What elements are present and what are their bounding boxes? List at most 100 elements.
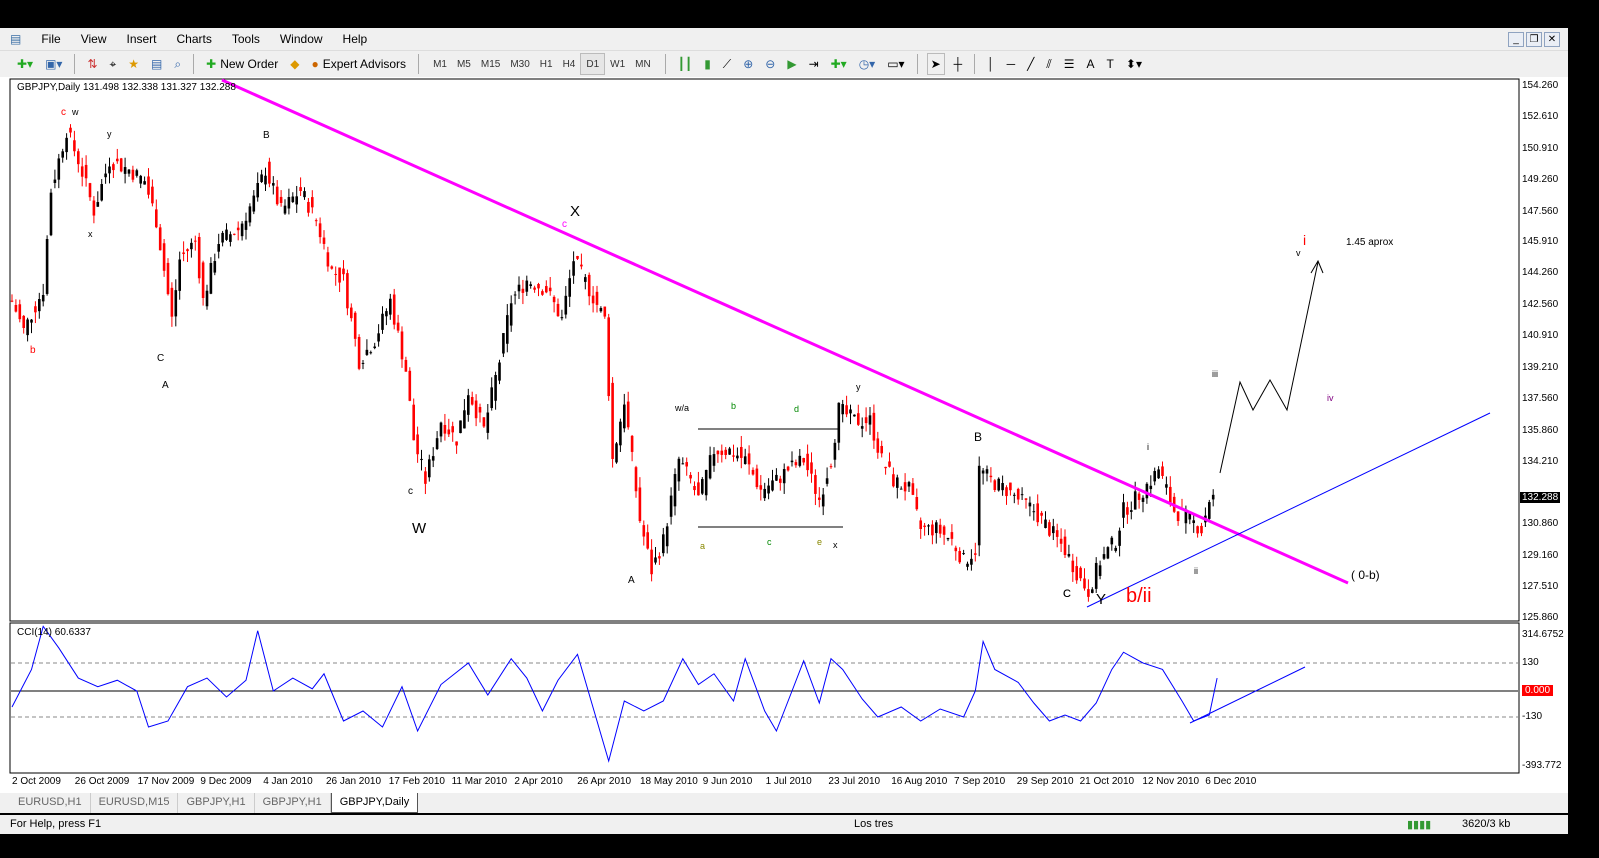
wave-label[interactable]: y [107,129,112,139]
wave-label[interactable]: w/a [675,403,689,413]
minimize-button[interactable]: _ [1508,32,1524,47]
wave-label[interactable]: b [30,345,36,356]
chart-window[interactable]: GBPJPY,Daily 131.498 132.338 131.327 132… [0,77,1568,793]
candle-body [1106,547,1110,559]
line-chart-icon[interactable]: ⟋ [720,53,734,75]
menu-view[interactable]: View [71,32,117,46]
close-button[interactable]: ✕ [1544,32,1560,47]
new-chart-icon[interactable]: ✚▾ [14,53,36,75]
timeframe-h4[interactable]: H4 [558,53,581,75]
candle-body [373,346,376,349]
wave-label[interactable]: x [88,229,93,239]
wave-label[interactable]: d [794,404,799,414]
templates-icon[interactable]: ▭▾ [884,53,907,75]
wave-label[interactable]: Y [1096,591,1106,608]
chart-tab[interactable]: GBPJPY,H1 [255,793,331,813]
timeframe-mn[interactable]: MN [630,53,656,75]
date-tick: 2 Oct 2009 [12,776,61,787]
cursor-icon[interactable]: ➤ [926,53,945,75]
expert-advisors-button[interactable]: ● Expert Advisors [308,53,409,75]
zoom-in-icon[interactable]: ⊕ [740,53,756,75]
wave-label[interactable]: iv [1327,393,1334,403]
indicators-icon[interactable]: ✚▾ [828,53,850,75]
trendline-icon[interactable]: ╱ [1024,53,1037,75]
wave-label[interactable]: c [408,486,413,497]
candle-body [821,494,825,507]
wave-label[interactable]: e [817,537,822,547]
periods-icon[interactable]: ◷▾ [856,53,879,75]
new-order-button[interactable]: ✚ New Order [203,53,281,75]
market-watch-icon[interactable]: ⇅ [84,53,100,75]
wave-label[interactable]: i [1303,232,1306,248]
timeframe-d1[interactable]: D1 [580,53,606,75]
wave-label[interactable]: x [833,540,838,550]
wave-label[interactable]: B [263,130,270,141]
wave-label[interactable]: i [1147,442,1149,452]
wave-label[interactable]: A [162,380,169,391]
horizontal-line-icon[interactable]: ─ [1004,53,1019,75]
menu-charts[interactable]: Charts [167,32,222,46]
text-label-icon[interactable]: T [1104,53,1117,75]
wave-label[interactable]: A [628,575,635,586]
crosshair-icon[interactable]: ┼ [951,53,966,75]
menu-insert[interactable]: Insert [116,32,166,46]
wave-label[interactable]: b/ii [1126,585,1152,608]
menu-help[interactable]: Help [333,32,378,46]
chart-canvas[interactable] [0,77,1568,793]
wave-label[interactable]: C [1063,588,1071,600]
chart-tab[interactable]: EURUSD,H1 [10,793,91,813]
status-bar: For Help, press F1 Los tres ▮▮▮▮ 3620/3 … [0,815,1568,834]
chart-tab[interactable]: GBPJPY,H1 [178,793,255,813]
wave-label[interactable]: c [562,219,567,230]
equidistant-channel-icon[interactable]: ⫽ [1043,53,1054,75]
wave-label[interactable]: C [157,353,164,364]
menu-file[interactable]: File [31,32,70,46]
timeframe-m1[interactable]: M1 [428,53,452,75]
autoscroll-icon[interactable]: ▶ [784,53,799,75]
profiles-icon[interactable]: ▣▾ [42,53,65,75]
wave-label[interactable]: ( 0-b) [1351,568,1380,582]
timeframe-m30[interactable]: M30 [505,53,534,75]
projection-path[interactable] [1219,261,1319,474]
terminal-icon[interactable]: ▤ [148,53,165,75]
wave-label[interactable]: b [731,401,736,411]
candle-body [1118,530,1121,546]
toolbar: ✚▾ ▣▾ ⇅ ⌖ ★ ▤ ⌕ ✚ New Order ◆ ● Expert Adv… [0,50,1568,77]
candle-body [96,202,100,207]
menu-window[interactable]: Window [270,32,333,46]
fibonacci-icon[interactable]: ☰ [1061,53,1078,75]
wave-label[interactable]: X [570,203,580,220]
strategy-tester-icon[interactable]: ⌕ [171,53,184,75]
wave-label[interactable]: w [72,107,79,117]
wave-label[interactable]: c [767,537,772,547]
wave-label[interactable]: W [412,520,426,537]
wave-label[interactable]: 1.45 aprox [1346,237,1393,248]
wave-label[interactable]: y [856,382,861,392]
timeframe-m5[interactable]: M5 [452,53,476,75]
wave-label[interactable]: ii [1194,566,1198,576]
wave-label[interactable]: a [700,541,705,551]
candlestick-icon[interactable]: ▮ [701,53,714,75]
autotrading-warning-icon[interactable]: ◆ [287,53,302,75]
vertical-line-icon[interactable]: │ [984,53,998,75]
wave-label[interactable]: c [61,107,66,118]
wave-label[interactable]: iii [1212,369,1218,379]
menu-tools[interactable]: Tools [222,32,270,46]
zoom-out-icon[interactable]: ⊖ [762,53,778,75]
timeframe-w1[interactable]: W1 [605,53,630,75]
chart-shift-icon[interactable]: ⇥ [806,53,822,75]
timeframe-h1[interactable]: H1 [535,53,558,75]
chart-tab[interactable]: GBPJPY,Daily [330,793,419,813]
timeframe-m15[interactable]: M15 [476,53,505,75]
magenta-trendline[interactable] [221,78,1349,585]
cci-trendline[interactable] [1189,666,1306,724]
favorites-icon[interactable]: ★ [125,53,142,75]
bar-chart-icon[interactable]: ┃┃ [675,53,695,75]
arrows-icon[interactable]: ⬍▾ [1123,53,1145,75]
wave-label[interactable]: B [974,430,982,444]
text-icon[interactable]: A [1084,53,1098,75]
crosshair-navigator-icon[interactable]: ⌖ [107,53,120,75]
wave-label[interactable]: v [1296,248,1301,258]
chart-tab[interactable]: EURUSD,M15 [91,793,179,813]
restore-button[interactable]: ❐ [1526,32,1542,47]
